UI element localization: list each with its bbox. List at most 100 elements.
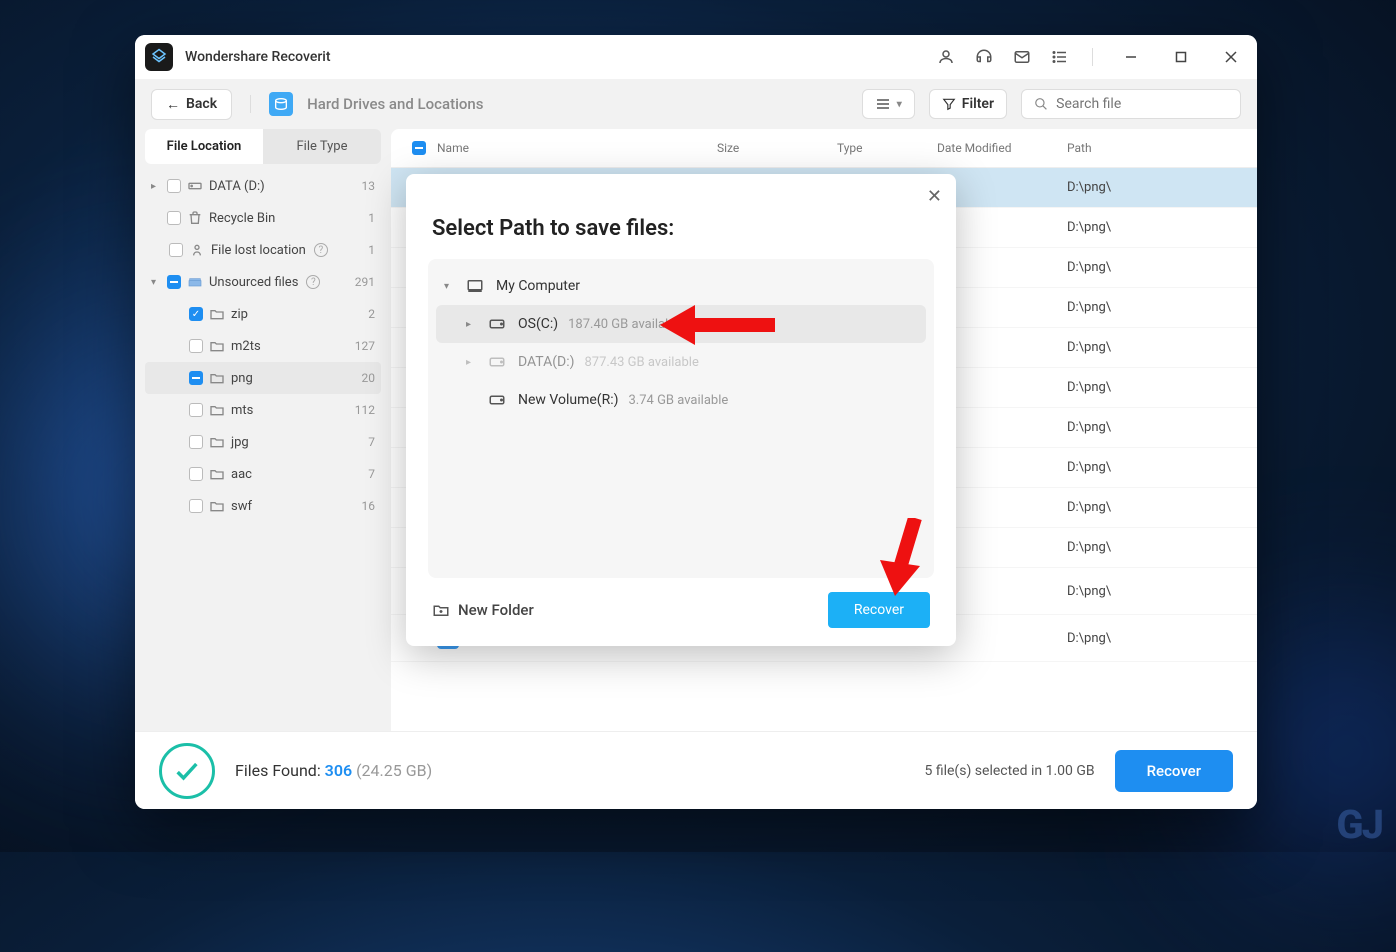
checkbox[interactable] xyxy=(189,467,203,481)
view-mode-button[interactable]: ▾ xyxy=(862,89,915,119)
col-name[interactable]: Name xyxy=(437,141,717,155)
drive-os-c[interactable]: ▸ OS(C:) 187.40 GB available xyxy=(436,305,926,343)
minimize-button[interactable] xyxy=(1115,41,1147,73)
back-label: Back xyxy=(186,96,217,112)
checkbox[interactable] xyxy=(189,339,203,353)
footer: Files Found: 306 (24.25 GB) 5 file(s) se… xyxy=(135,731,1257,809)
checkbox[interactable] xyxy=(189,403,203,417)
search-icon xyxy=(1034,96,1048,112)
new-folder-button[interactable]: New Folder xyxy=(432,601,534,619)
trash-icon xyxy=(187,210,203,226)
folder-icon xyxy=(209,466,225,482)
tree-item-lost[interactable]: File lost location ? 1 xyxy=(145,234,381,266)
checkbox[interactable] xyxy=(167,211,181,225)
tab-file-type[interactable]: File Type xyxy=(263,129,381,164)
root-label: My Computer xyxy=(496,278,580,294)
checkbox-checked[interactable] xyxy=(189,307,203,321)
watermark: GJ xyxy=(1336,801,1382,848)
folder-icon xyxy=(209,498,225,514)
account-icon[interactable] xyxy=(936,47,956,67)
checkbox[interactable] xyxy=(189,435,203,449)
folder-icon xyxy=(209,434,225,450)
checkbox[interactable] xyxy=(169,243,183,257)
new-folder-label: New Folder xyxy=(458,601,534,619)
app-title: Wondershare Recoverit xyxy=(185,49,331,65)
tree-label: jpg xyxy=(231,435,249,450)
support-icon[interactable] xyxy=(974,47,994,67)
disk-icon xyxy=(486,315,508,333)
tree-count: 7 xyxy=(368,435,375,449)
sidebar: File Location File Type ▸ DATA (D:) 13 R… xyxy=(135,129,391,731)
drive-new-volume-r[interactable]: New Volume(R:) 3.74 GB available xyxy=(436,381,926,419)
filter-button[interactable]: Filter xyxy=(929,89,1007,119)
back-arrow-icon: ← xyxy=(166,96,180,113)
menu-list-icon[interactable] xyxy=(1050,47,1070,67)
mail-icon[interactable] xyxy=(1012,47,1032,67)
tree-item-unsourced[interactable]: ▾ Unsourced files ? 291 xyxy=(145,266,381,298)
tree-item-recycle[interactable]: Recycle Bin 1 xyxy=(145,202,381,234)
tree-item-jpg[interactable]: jpg 7 xyxy=(145,426,381,458)
dialog-recover-button[interactable]: Recover xyxy=(828,592,930,628)
tree-item-png[interactable]: png 20 xyxy=(145,362,381,394)
file-path: D:\png\ xyxy=(1067,460,1247,475)
checkbox-partial[interactable] xyxy=(167,275,181,289)
save-path-dialog: ✕ Select Path to save files: ▾ My Comput… xyxy=(406,174,956,646)
scan-complete-icon xyxy=(159,743,215,799)
tree-item-data-d[interactable]: ▸ DATA (D:) 13 xyxy=(145,170,381,202)
col-type[interactable]: Type xyxy=(837,141,937,155)
tree-label: swf xyxy=(231,499,252,514)
tree-count: 2 xyxy=(368,307,375,321)
hdd-icon xyxy=(187,178,203,194)
file-path: D:\png\ xyxy=(1067,540,1247,555)
col-path[interactable]: Path xyxy=(1067,141,1247,155)
filter-icon xyxy=(942,97,956,111)
caret-icon: ▸ xyxy=(466,357,476,368)
found-size: (24.25 GB) xyxy=(356,761,432,780)
checkbox-partial[interactable] xyxy=(189,371,203,385)
col-size[interactable]: Size xyxy=(717,141,837,155)
tree-label: zip xyxy=(231,307,248,322)
tree-item-swf[interactable]: swf 16 xyxy=(145,490,381,522)
tree-label: DATA (D:) xyxy=(209,179,265,194)
computer-icon xyxy=(464,277,486,295)
hard-drive-icon xyxy=(269,92,293,116)
drive-root[interactable]: ▾ My Computer xyxy=(436,267,926,305)
files-found: Files Found: 306 (24.25 GB) xyxy=(235,761,432,780)
toolbar: ← Back Hard Drives and Locations ▾ Filte… xyxy=(135,79,1257,129)
caret-icon: ▾ xyxy=(151,277,161,288)
col-modified[interactable]: Date Modified xyxy=(937,141,1067,155)
dialog-title: Select Path to save files: xyxy=(432,216,934,241)
location-label: Hard Drives and Locations xyxy=(307,95,483,113)
back-button[interactable]: ← Back xyxy=(151,89,232,120)
close-button[interactable] xyxy=(1215,41,1247,73)
tree-count: 13 xyxy=(362,179,376,193)
checkbox[interactable] xyxy=(167,179,181,193)
drive-tree: ▾ My Computer ▸ OS(C:) 187.40 GB availab… xyxy=(428,259,934,578)
drive-available: 877.43 GB available xyxy=(585,355,699,370)
recover-button[interactable]: Recover xyxy=(1115,750,1233,792)
folder-icon xyxy=(209,402,225,418)
tree-item-m2ts[interactable]: m2ts 127 xyxy=(145,330,381,362)
caret-down-icon: ▾ xyxy=(444,281,454,292)
checkbox[interactable] xyxy=(189,499,203,513)
tab-file-location[interactable]: File Location xyxy=(145,129,263,164)
help-icon[interactable]: ? xyxy=(306,275,320,289)
tree-item-mts[interactable]: mts 112 xyxy=(145,394,381,426)
file-modified: -- xyxy=(937,631,1067,646)
found-count: 306 xyxy=(325,761,352,780)
search-input[interactable] xyxy=(1056,96,1228,112)
drive-name: DATA(D:) xyxy=(518,354,575,370)
file-path: D:\png\ xyxy=(1067,631,1247,646)
folder-icon xyxy=(209,338,225,354)
tree-item-aac[interactable]: aac 7 xyxy=(145,458,381,490)
caret-icon: ▸ xyxy=(466,319,476,330)
select-all-checkbox[interactable] xyxy=(412,141,426,155)
help-icon[interactable]: ? xyxy=(314,243,328,257)
maximize-button[interactable] xyxy=(1165,41,1197,73)
tree-item-zip[interactable]: zip 2 xyxy=(145,298,381,330)
search-box[interactable] xyxy=(1021,89,1241,119)
filter-label: Filter xyxy=(962,96,994,112)
selection-info: 5 file(s) selected in 1.00 GB xyxy=(925,763,1095,779)
table-header: Name Size Type Date Modified Path xyxy=(391,129,1257,168)
dialog-close-button[interactable]: ✕ xyxy=(927,186,942,207)
